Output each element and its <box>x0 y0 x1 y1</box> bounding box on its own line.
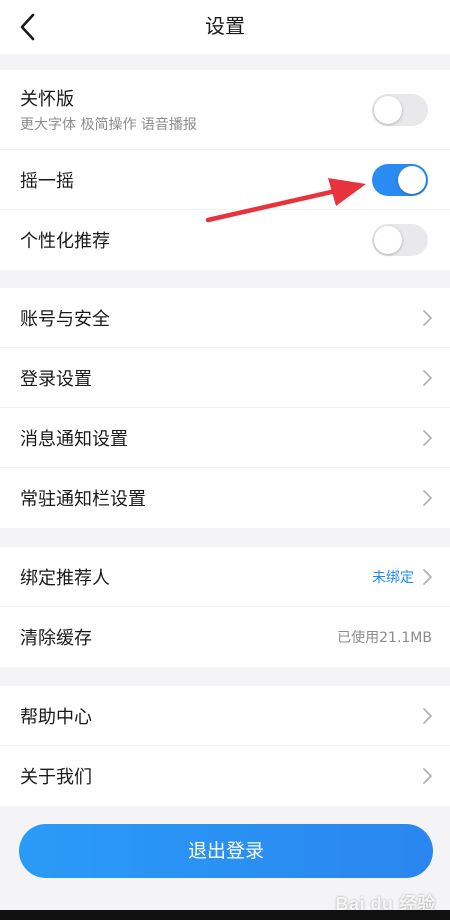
care-mode-description: 更大字体 极简操作 语音播报 <box>20 117 197 133</box>
toggle-knob <box>374 95 402 124</box>
care-mode-toggle[interactable] <box>372 93 428 126</box>
settings-group-misc: 绑定推荐人 未绑定 清除缓存 已使用21.1MB <box>0 547 450 667</box>
notification-settings-label: 消息通知设置 <box>20 428 128 450</box>
setting-row-about-us[interactable]: 关于我们 <box>0 746 450 806</box>
header-bar: 设置 <box>0 0 450 54</box>
setting-row-help-center[interactable]: 帮助中心 <box>0 686 450 746</box>
cache-size-value: 已使用21.1MB <box>337 630 432 646</box>
toggle-knob <box>398 165 426 194</box>
chevron-right-icon <box>423 490 432 506</box>
toggle-knob <box>374 226 402 254</box>
setting-row-persistent-notification[interactable]: 常驻通知栏设置 <box>0 468 450 528</box>
setting-row-personalized-recommendation: 个性化推荐 <box>0 210 450 270</box>
logout-button[interactable]: 退出登录 <box>19 824 433 878</box>
bind-referrer-status: 未绑定 <box>372 569 414 586</box>
setting-row-bind-referrer[interactable]: 绑定推荐人 未绑定 <box>0 547 450 607</box>
care-mode-label: 关怀版 <box>20 89 74 110</box>
setting-row-account-security[interactable]: 账号与安全 <box>0 288 450 348</box>
setting-row-login-settings[interactable]: 登录设置 <box>0 348 450 408</box>
chevron-right-icon <box>423 707 432 724</box>
chevron-right-icon <box>423 568 432 585</box>
chevron-right-icon <box>423 429 432 446</box>
about-us-label: 关于我们 <box>20 767 92 788</box>
personalized-recommendation-toggle[interactable] <box>372 224 428 256</box>
clear-cache-label: 清除缓存 <box>20 628 92 649</box>
system-bottom-bar <box>0 910 450 920</box>
setting-row-care-mode: 关怀版 更大字体 极简操作 语音播报 <box>0 70 450 150</box>
account-security-label: 账号与安全 <box>20 308 110 330</box>
help-center-label: 帮助中心 <box>20 706 92 728</box>
settings-group-help: 帮助中心 关于我们 <box>0 686 450 806</box>
shake-toggle[interactable] <box>372 163 428 196</box>
shake-label: 摇一摇 <box>20 170 74 192</box>
persistent-notification-label: 常驻通知栏设置 <box>20 489 146 510</box>
settings-group-account: 账号与安全 登录设置 消息通知设置 常驻通知栏设置 <box>0 288 450 528</box>
bind-referrer-label: 绑定推荐人 <box>20 567 110 589</box>
personalized-recommendation-label: 个性化推荐 <box>20 231 110 252</box>
settings-group-preferences: 关怀版 更大字体 极简操作 语音播报 摇一摇 个性化推荐 <box>0 70 450 270</box>
page-title: 设置 <box>205 14 245 38</box>
setting-row-shake: 摇一摇 <box>0 150 450 210</box>
chevron-right-icon <box>423 369 432 386</box>
login-settings-label: 登录设置 <box>20 368 92 390</box>
chevron-right-icon <box>423 309 432 326</box>
setting-row-clear-cache[interactable]: 清除缓存 已使用21.1MB <box>0 607 450 667</box>
setting-row-notification-settings[interactable]: 消息通知设置 <box>0 408 450 468</box>
chevron-right-icon <box>423 768 432 784</box>
